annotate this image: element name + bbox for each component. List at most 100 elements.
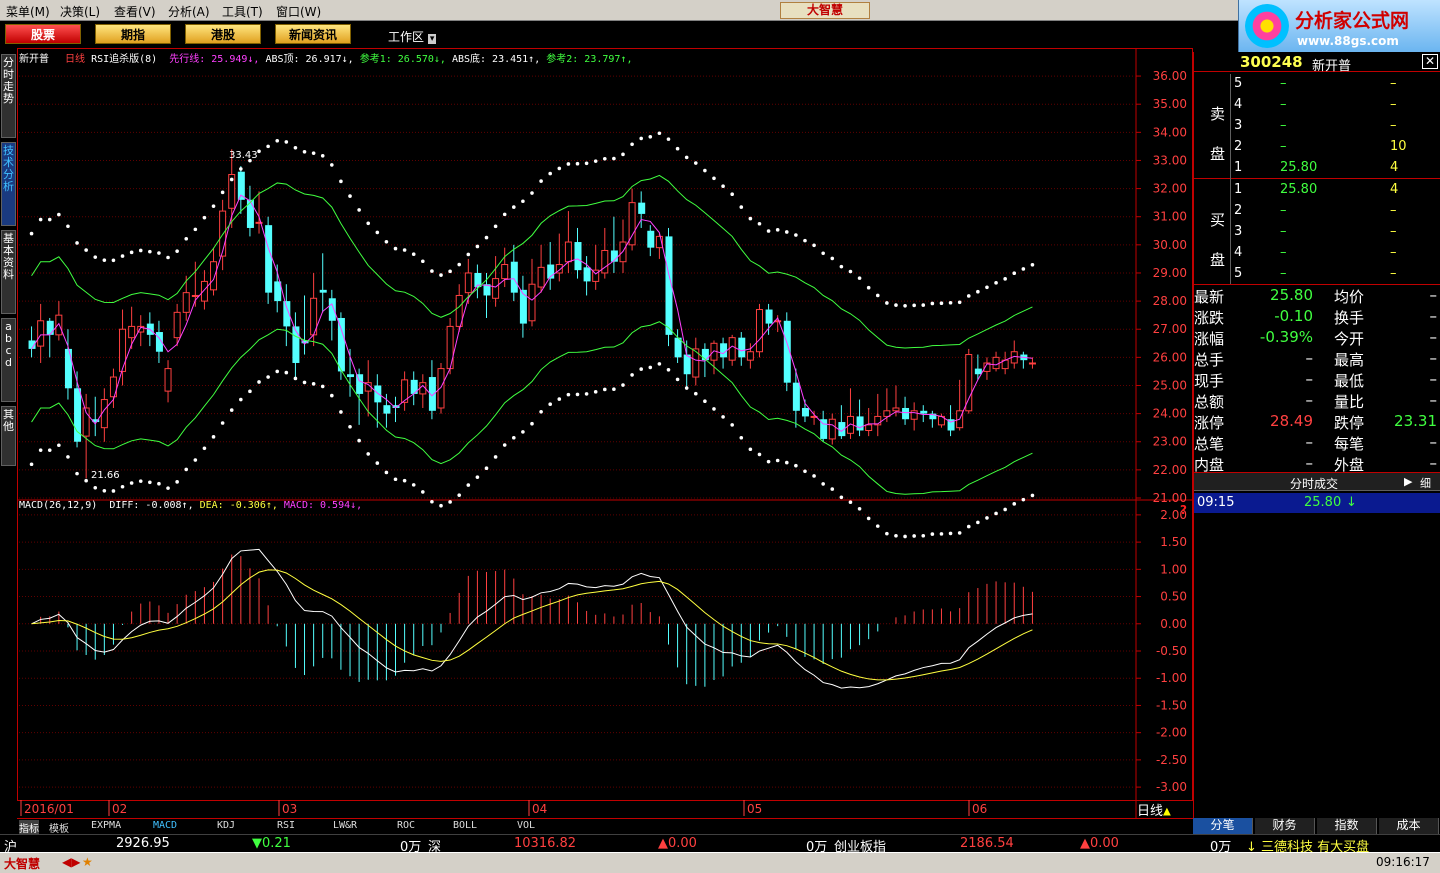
play-icon[interactable]: ▶ <box>1404 475 1412 488</box>
abs-top-dot <box>739 205 744 209</box>
futures-button[interactable]: 期指 <box>95 24 171 44</box>
candle-body <box>37 320 45 347</box>
candle-body <box>356 374 364 394</box>
candle-body <box>765 309 773 324</box>
abs-bottom-dot <box>921 533 926 538</box>
volume: – <box>1390 224 1397 239</box>
status-bar: 沪 2926.95 ▼0.21 0万 深 10316.82 ▲0.00 0万 创… <box>0 834 1440 855</box>
main-indicator-item: ABS底: 23.451↑, <box>451 54 541 65</box>
indicator-tab[interactable]: EXPMA <box>91 820 121 831</box>
indicator-tab[interactable]: LW&R <box>333 820 357 831</box>
right-tabs: 分笔 财务 指数 成本 <box>1193 818 1440 834</box>
abs-bottom-dot <box>557 397 562 401</box>
abs-bottom-dot <box>512 435 516 440</box>
menu-item-window[interactable]: 窗口(W) <box>276 3 321 20</box>
abs-top-dot <box>93 255 98 259</box>
abs-top-dot <box>803 238 807 243</box>
abs-top-dot <box>266 144 270 149</box>
candle-body <box>828 418 836 440</box>
price-axis-label: 22.00 <box>1153 463 1187 477</box>
right-tab[interactable]: 分笔 <box>1193 818 1253 834</box>
abs-bottom-dot <box>602 387 607 392</box>
time-axis-label: 05 <box>747 802 762 816</box>
close-icon[interactable]: ✕ <box>1422 54 1438 69</box>
chart-area[interactable]: 36.00 35.00 34.00 33.00 32.00 31.00 30.00 29.00… <box>17 48 1193 819</box>
taskbar-app[interactable]: 大智慧 <box>4 855 40 872</box>
abs-top-dot <box>29 231 34 236</box>
abs-bottom-dot <box>1012 502 1017 506</box>
indicator-tab[interactable]: 模板 <box>49 820 69 835</box>
abs-top-dot <box>330 163 334 167</box>
menu-item-tools[interactable]: 工具(T) <box>222 3 263 20</box>
sz-index: 10316.82 <box>514 836 577 851</box>
abs-top-dot <box>47 217 52 222</box>
price-axis-label: 23.00 <box>1153 435 1187 449</box>
right-tab[interactable]: 成本 <box>1379 818 1439 834</box>
abs-bottom-dot <box>630 373 634 377</box>
abs-bottom-dot <box>275 369 280 374</box>
candle-body <box>992 356 1000 370</box>
menu-item-view[interactable]: 查看(V) <box>114 3 156 20</box>
abs-top-dot <box>575 161 580 166</box>
candle-body <box>328 298 336 321</box>
star-icon[interactable]: ★ <box>82 855 93 869</box>
abs-top-dot <box>821 251 825 256</box>
candle-body <box>347 374 355 378</box>
indicator-tab[interactable]: VOL <box>517 820 535 831</box>
news-button[interactable]: 新闻资讯 <box>275 24 351 44</box>
stock-name-quote: 新开普 <box>1312 59 1352 74</box>
main-indicator-item: ABS顶: 26.917↓, <box>265 54 354 65</box>
abs-top-dot <box>311 151 316 155</box>
menu-item-analysis[interactable]: 分析(A) <box>168 3 210 20</box>
side-tab-fundamental[interactable]: 基本资料 <box>1 230 16 314</box>
menu-item-main[interactable]: 菜单(M) <box>6 3 50 20</box>
abs-bottom-dot <box>976 520 980 525</box>
abs-top-dot <box>1012 271 1017 276</box>
side-tab-abcd[interactable]: abcd <box>1 318 16 402</box>
stock-button[interactable]: 股票 <box>5 24 81 44</box>
abs-bottom-dot <box>293 376 298 381</box>
abs-top-dot <box>857 276 862 280</box>
abs-top-dot <box>257 149 261 154</box>
side-tab-other[interactable]: 其他 <box>1 406 16 466</box>
candle-body <box>638 202 646 214</box>
abs-bottom-dot <box>621 383 625 387</box>
indicator-tab[interactable]: ROC <box>397 820 415 831</box>
side-tab-intraday[interactable]: 分时走势 <box>1 54 16 138</box>
arrows-icon[interactable]: ◀▶ <box>62 855 80 869</box>
menu-item-decision[interactable]: 决策(L) <box>60 3 100 20</box>
time-axis-label: 03 <box>282 802 297 816</box>
abs-bottom-dot <box>866 516 871 521</box>
stat-label: 跌停 <box>1334 414 1365 432</box>
indicator-tab[interactable]: 指标 <box>19 820 39 835</box>
abs-top-dot <box>703 168 707 173</box>
indicator-tab[interactable]: RSI <box>277 820 295 831</box>
hk-stock-button[interactable]: 港股 <box>185 24 261 44</box>
brand-banner: 分析家公式网 www.88gs.com <box>1238 0 1440 52</box>
right-tab[interactable]: 财务 <box>1255 818 1315 834</box>
kline-chart[interactable]: 36.00 35.00 34.00 33.00 32.00 31.00 30.00 29.00… <box>17 48 1193 818</box>
workarea-label: 工作区 <box>388 30 425 44</box>
indicator-tab[interactable]: MACD <box>153 820 177 831</box>
abs-bottom-dot <box>57 443 61 448</box>
candle-body <box>601 249 609 274</box>
indicator-tab[interactable]: KDJ <box>217 820 235 831</box>
abs-bottom-dot <box>284 370 289 375</box>
side-tab-technical[interactable]: 技术分析 <box>1 142 16 226</box>
workarea-dropdown[interactable]: 工作区 ▾ <box>388 28 437 45</box>
price-axis-label: 31.00 <box>1153 210 1187 224</box>
price: – <box>1280 118 1287 133</box>
right-tab[interactable]: 指数 <box>1317 818 1377 834</box>
abs-bottom-dot <box>502 443 507 447</box>
macd-axis-label: -2.50 <box>1156 753 1187 767</box>
detail-button[interactable]: 细 <box>1420 475 1431 491</box>
tick-price: 25.80 <box>1304 495 1342 510</box>
abs-bottom-dot <box>848 500 853 505</box>
abs-top-dot <box>138 248 143 253</box>
candle-body <box>119 328 127 372</box>
indicator-tab[interactable]: BOLL <box>453 820 477 831</box>
abs-top-dot <box>184 236 189 241</box>
abs-bottom-dot <box>957 531 962 535</box>
price: – <box>1280 266 1287 281</box>
period-indicator[interactable]: 日线▲ <box>1137 800 1171 819</box>
